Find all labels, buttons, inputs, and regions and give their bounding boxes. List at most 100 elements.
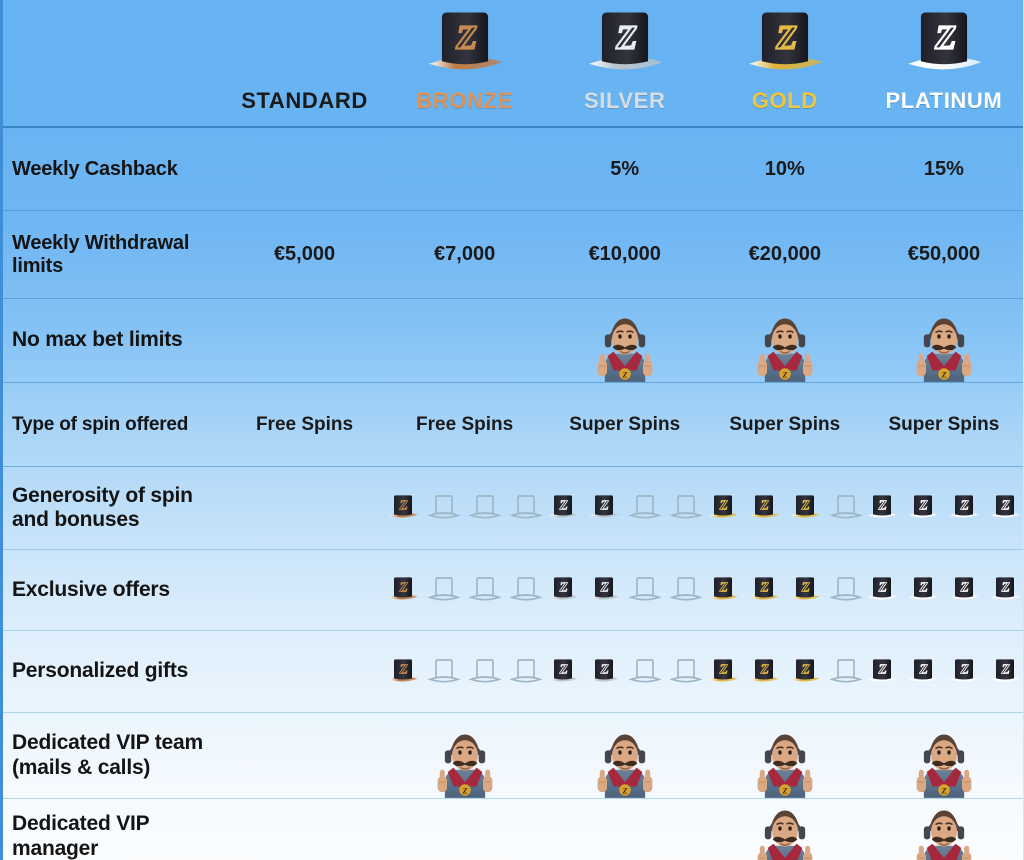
svg-text:Z: Z (919, 661, 928, 676)
top-hat-icon-filled: Z (747, 656, 781, 688)
cell-value: €50,000 (907, 243, 981, 265)
cell-5-silver: Z Z (545, 550, 705, 630)
top-hat-icon-filled: Z (865, 574, 899, 606)
top-hat-icon-filled: Z (706, 492, 740, 524)
svg-text:Z: Z (878, 579, 887, 594)
svg-text:Z: Z (719, 497, 728, 512)
table-row: Personalized gifts Z Z Z Z Z Z Z Z Z Z (3, 631, 1023, 713)
vip-mascot-icon: Z (908, 796, 980, 860)
cell-4-gold: Z Z Z (705, 467, 865, 549)
cell-value: €20,000 (748, 243, 821, 265)
cell-1-silver: €10,000 (545, 211, 705, 298)
hat-rating-2-of-4: Z Z (546, 574, 703, 606)
vip-mascot-icon: Z (908, 720, 980, 798)
top-hat-icon-filled: Z (386, 574, 420, 606)
column-header-standard[interactable]: STANDARD (224, 0, 384, 126)
cell-7-standard (224, 713, 384, 798)
top-hat-icon-filled: Z (988, 574, 1022, 606)
top-hat-outline-icon (829, 574, 863, 606)
table-row: Dedicated VIP manager Z (3, 799, 1023, 860)
svg-text:Z: Z (615, 19, 637, 56)
cell-value: Super Spins (888, 413, 1000, 435)
cell-8-standard (224, 799, 384, 860)
row-label-5: Exclusive offers (12, 577, 170, 601)
cell-1-gold: €20,000 (705, 211, 865, 298)
hat-rating-4-of-4: Z Z Z Z (865, 492, 1022, 524)
table-header-row: STANDARD Z BRONZE Z SILVER Z GOLD Z PLAT… (3, 0, 1023, 128)
svg-text:Z: Z (559, 661, 568, 676)
svg-text:Z: Z (760, 579, 769, 594)
hat-rating-1-of-4: Z (386, 492, 543, 524)
cell-value: 5% (610, 157, 640, 180)
tier-label-silver: SILVER (584, 88, 666, 113)
top-hat-icon-filled: Z (546, 574, 580, 606)
column-header-gold[interactable]: Z GOLD (705, 0, 865, 126)
top-hat-outline-icon (628, 492, 662, 524)
svg-text:Z: Z (775, 19, 797, 56)
hat-rating-3-of-4: Z Z Z (706, 492, 863, 524)
hat-rating-2-of-4: Z Z (546, 656, 703, 688)
column-header-bronze[interactable]: Z BRONZE (385, 0, 545, 126)
top-hat-icon-bronze: Z (421, 4, 509, 86)
svg-text:Z: Z (455, 19, 477, 56)
svg-text:Z: Z (461, 787, 467, 796)
top-hat-icon-filled: Z (947, 574, 981, 606)
top-hat-icon-filled: Z (906, 656, 940, 688)
svg-text:Z: Z (399, 579, 408, 594)
tier-label-standard: STANDARD (241, 88, 368, 113)
top-hat-outline-icon (427, 656, 461, 688)
hat-rating-3-of-4: Z Z Z (706, 656, 863, 688)
table-row: Weekly Withdrawal limits €5,000 €7,000 €10,… (3, 211, 1023, 299)
top-hat-outline-icon (669, 574, 703, 606)
column-header-silver[interactable]: Z SILVER (545, 0, 705, 126)
cell-4-standard (224, 467, 384, 549)
cell-value: 10% (764, 157, 805, 180)
svg-text:Z: Z (960, 497, 969, 512)
cell-8-bronze (385, 799, 545, 860)
top-hat-outline-icon (509, 656, 543, 688)
top-hat-icon-filled: Z (386, 492, 420, 524)
hat-rating-1-of-4: Z (386, 574, 543, 606)
cell-2-gold: Z (705, 299, 865, 382)
cell-3-standard: Free Spins (224, 383, 384, 466)
svg-text:Z: Z (801, 579, 810, 594)
row-label-3: Type of spin offered (12, 413, 189, 435)
svg-text:Z: Z (878, 497, 887, 512)
hat-rating-4-of-4: Z Z Z Z (865, 574, 1022, 606)
svg-text:Z: Z (1001, 661, 1010, 676)
svg-text:Z: Z (941, 371, 947, 380)
cell-value: €10,000 (588, 243, 661, 265)
svg-text:Z: Z (600, 661, 609, 676)
cell-7-bronze: Z (385, 713, 545, 798)
top-hat-icon-filled: Z (788, 492, 822, 524)
top-hat-icon-filled: Z (747, 574, 781, 606)
top-hat-icon-filled: Z (747, 492, 781, 524)
vip-mascot-icon: Z (589, 304, 661, 382)
cell-3-platinum: Super Spins (865, 383, 1023, 466)
top-hat-outline-icon (509, 574, 543, 606)
column-header-platinum[interactable]: Z PLATINUM (865, 0, 1023, 126)
svg-text:Z: Z (878, 661, 887, 676)
cell-6-bronze: Z (385, 631, 545, 712)
top-hat-outline-icon (509, 492, 543, 524)
svg-text:Z: Z (399, 661, 408, 676)
row-label-0: Weekly Cashback (12, 157, 178, 180)
top-hat-outline-icon (669, 656, 703, 688)
cell-0-platinum: 15% (865, 128, 1023, 210)
svg-text:Z: Z (960, 579, 969, 594)
cell-6-gold: Z Z Z (705, 631, 865, 712)
vip-mascot-icon: Z (749, 720, 821, 798)
cell-3-silver: Super Spins (545, 383, 705, 466)
hat-rating-2-of-4: Z Z (546, 492, 703, 524)
tier-label-bronze: BRONZE (416, 88, 513, 113)
vip-tier-comparison-table: STANDARD Z BRONZE Z SILVER Z GOLD Z PLAT… (0, 0, 1024, 860)
hat-rating-1-of-4: Z (386, 656, 543, 688)
table-row: No max bet limits Z Z Z (3, 299, 1023, 383)
row-label-1: Weekly Withdrawal limits (12, 231, 190, 277)
cell-4-silver: Z Z (545, 467, 705, 549)
cell-6-standard (224, 631, 384, 712)
cell-value: Free Spins (416, 413, 514, 435)
top-hat-icon-filled: Z (706, 656, 740, 688)
cell-8-platinum: Z (865, 799, 1023, 860)
top-hat-icon-filled: Z (988, 656, 1022, 688)
